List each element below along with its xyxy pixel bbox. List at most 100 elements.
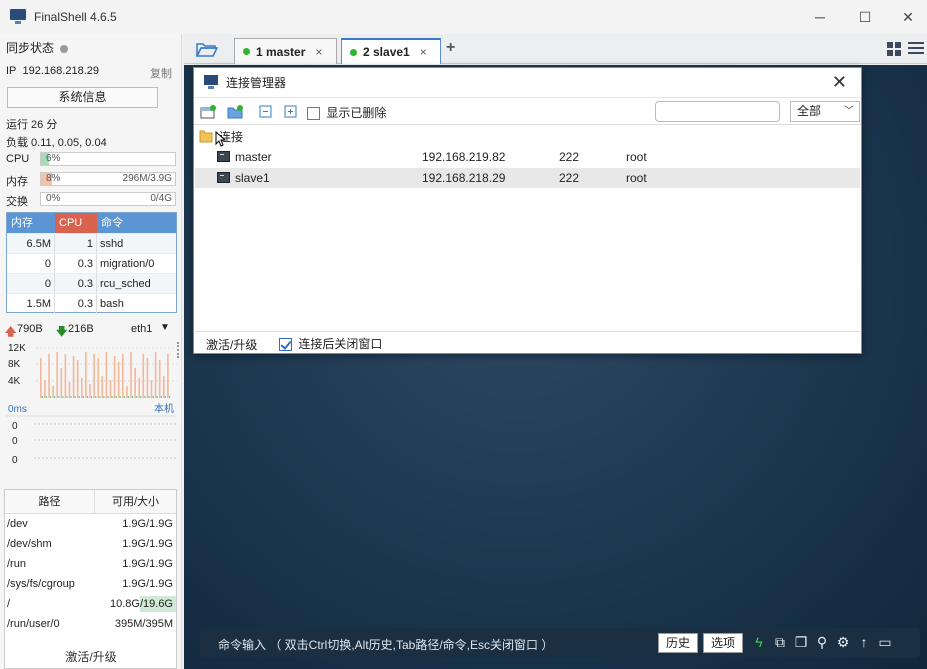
show-deleted-toggle[interactable]: 显示已删除 [307, 104, 386, 121]
connection-port: 222 [559, 171, 580, 185]
traffic-bar-down [78, 396, 80, 398]
traffic-bar [146, 358, 149, 398]
open-folder-icon[interactable] [196, 41, 218, 57]
process-cmd: rcu_sched [100, 278, 151, 290]
tab-master[interactable]: 1 master × [234, 38, 337, 64]
traffic-bar [60, 368, 63, 398]
sync-status: 同步状态 [6, 39, 69, 56]
new-folder-icon[interactable] [227, 105, 243, 119]
folder-row[interactable]: 连接 [195, 127, 860, 147]
options-button[interactable]: 选项 [703, 633, 743, 653]
command-input-hint[interactable]: 命令输入 （ 双击Ctrl切换,Alt历史,Tab路径/命令,Esc关闭窗口 ） [218, 636, 553, 653]
connection-row-master[interactable]: master 192.168.219.82 222 root [195, 147, 860, 167]
window-icon[interactable]: ▭ [877, 634, 893, 650]
command-input-bar[interactable]: 命令输入 （ 双击Ctrl切换,Alt历史,Tab路径/命令,Esc关闭窗口 ）… [200, 628, 920, 658]
disk-row[interactable]: /sys/fs/cgroup 1.9G/1.9G [5, 574, 176, 594]
ping-target[interactable]: 本机 [154, 402, 174, 415]
connection-row-slave1[interactable]: slave1 192.168.218.29 222 root [195, 168, 860, 188]
traffic-bar [48, 354, 50, 398]
disk-table[interactable]: 路径 可用/大小 /dev 1.9G/1.9G/dev/shm 1.9G/1.9G /… [4, 489, 177, 669]
expand-all-icon[interactable] [283, 105, 299, 119]
process-cpu: 0.3 [55, 254, 97, 273]
close-after-connect-toggle[interactable]: 连接后关闭窗口 [279, 335, 382, 352]
process-cmd: sshd [100, 238, 124, 250]
main-menu-icon[interactable] [908, 41, 924, 55]
disk-row[interactable]: /dev 1.9G/1.9G [5, 514, 176, 534]
disk-row[interactable]: /dev/shm 1.9G/1.9G [5, 534, 176, 554]
traffic-bar [158, 360, 161, 398]
collapse-all-icon[interactable] [258, 105, 274, 119]
traffic-bar-down [41, 396, 43, 398]
layout-grid-icon[interactable] [887, 42, 901, 56]
close-after-connect-checkbox[interactable] [279, 338, 292, 352]
traffic-bar-down [74, 396, 76, 398]
process-table-header: 内存 CPU 命令 [7, 213, 176, 233]
dialog-activate-link[interactable]: 激活/升级 [206, 336, 257, 353]
process-cpu: 0.3 [55, 274, 97, 293]
connected-dot-icon [350, 48, 357, 56]
system-info-button[interactable]: 系统信息 [7, 87, 158, 108]
minimize-button[interactable]: ─ [797, 0, 843, 34]
process-mem: 0 [7, 254, 55, 273]
disk-row[interactable]: /run 1.9G/1.9G [5, 554, 176, 574]
traffic-bar-down [58, 396, 60, 398]
folder-icon [199, 130, 213, 143]
disk-size: 395M/395M [114, 618, 173, 630]
interface-dropdown-icon[interactable]: ▼ [160, 322, 170, 333]
swap-percent: 0% [46, 193, 61, 204]
disk-row[interactable]: /run/user/0 395M/395M [5, 614, 176, 634]
process-row[interactable]: 1.5M 0.3 bash [7, 293, 176, 313]
new-connection-icon[interactable] [200, 105, 216, 119]
add-tab-icon[interactable]: + [446, 39, 455, 57]
traffic-bar-down [140, 396, 142, 398]
process-table[interactable]: 内存 CPU 命令 6.5M 1 sshd 0 0.3 migration/0 0 0.3 rc… [6, 212, 177, 313]
net-interface[interactable]: eth1 [131, 323, 152, 335]
process-mem: 1.5M [7, 294, 55, 313]
connection-filter-select[interactable]: 全部 ﹀ [790, 101, 860, 122]
lightning-icon[interactable]: ϟ [751, 634, 767, 650]
title-bar: FinalShell 4.6.5 ─ ☐ ✕ [0, 0, 927, 34]
gear-icon[interactable]: ⚙ [835, 634, 851, 650]
traffic-bar [138, 378, 140, 398]
splitter-handle[interactable] [177, 342, 181, 358]
disk-size: 1.9G/1.9G [122, 538, 173, 550]
dialog-title-bar[interactable]: 连接管理器 [194, 68, 861, 96]
tab-slave1[interactable]: 2 slave1 × [341, 38, 441, 64]
connection-filter-value: 全部 [797, 104, 822, 118]
show-deleted-checkbox[interactable] [307, 107, 320, 121]
uptime-text: 运行 26 分 [6, 119, 58, 131]
traffic-bar-down [99, 396, 101, 398]
copy-icon[interactable]: ⧉ [772, 634, 788, 650]
connection-list[interactable]: 连接 master 192.168.219.82 222 root slave1 192.… [195, 126, 860, 332]
process-row[interactable]: 6.5M 1 sshd [7, 233, 176, 253]
search-icon[interactable]: ⚲ [814, 634, 830, 650]
history-button[interactable]: 历史 [658, 633, 698, 653]
process-row[interactable]: 0 0.3 rcu_sched [7, 273, 176, 293]
paste-icon[interactable]: ❐ [793, 634, 809, 650]
net-tick-4k: 4K [8, 376, 21, 387]
disk-header-path: 路径 [5, 490, 95, 513]
dialog-close-button[interactable]: ✕ [832, 72, 847, 93]
ip-value: 192.168.218.29 [22, 65, 99, 77]
copy-ip-link[interactable]: 复制 [150, 65, 172, 81]
window-title: FinalShell 4.6.5 [34, 10, 117, 24]
close-window-button[interactable]: ✕ [885, 0, 927, 34]
show-deleted-label: 显示已删除 [326, 106, 387, 120]
ping-tick-1: 0 [12, 421, 18, 432]
maximize-button[interactable]: ☐ [842, 0, 888, 34]
process-row[interactable]: 0 0.3 migration/0 [7, 253, 176, 273]
disk-row[interactable]: / 10.8G/19.6G [5, 594, 176, 614]
process-header-cmd[interactable]: 命令 [97, 213, 176, 233]
tab-master-close-icon[interactable]: × [315, 45, 322, 59]
traffic-bar [154, 352, 157, 398]
connection-user: root [626, 150, 647, 164]
traffic-bar [122, 354, 124, 398]
process-header-cpu[interactable]: CPU [55, 213, 97, 233]
ping-tick-2: 0 [12, 436, 18, 447]
process-header-mem[interactable]: 内存 [7, 213, 55, 233]
activate-upgrade-link[interactable]: 激活/升级 [0, 648, 182, 665]
disk-path: /dev [7, 518, 28, 530]
arrow-up-icon[interactable]: ↑ [856, 634, 872, 650]
connection-search-input[interactable] [655, 101, 780, 122]
tab-slave1-close-icon[interactable]: × [420, 45, 427, 59]
